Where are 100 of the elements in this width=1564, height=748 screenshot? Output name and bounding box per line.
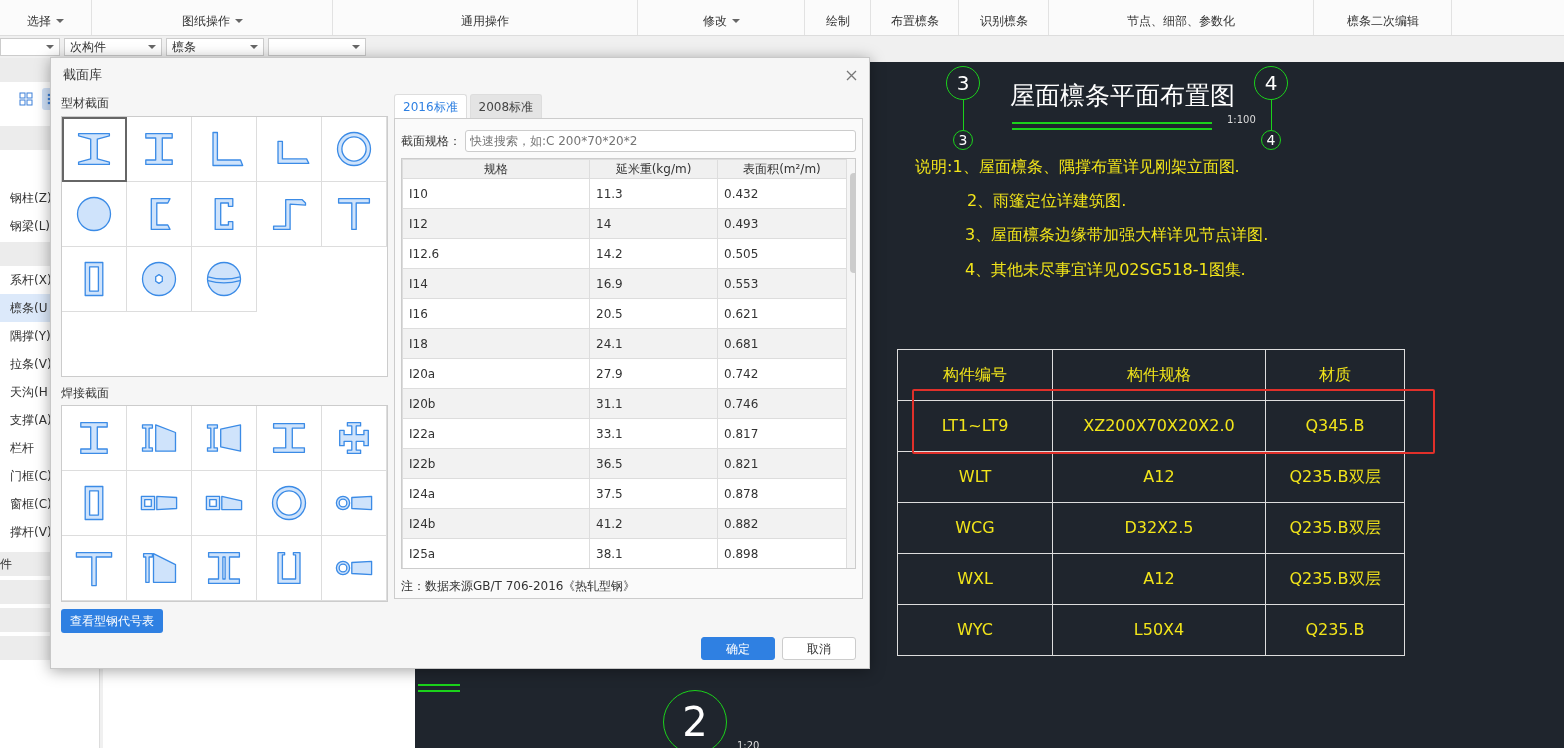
ribbon-group-label[interactable]: 节点、细部、参数化 (1127, 12, 1235, 30)
table-cell: 31.1 (589, 388, 718, 419)
section-option[interactable] (322, 536, 387, 601)
section-option[interactable] (322, 182, 387, 247)
ribbon-group-label[interactable]: 布置檩条 (890, 12, 939, 30)
table-cell: I24a (402, 478, 590, 509)
table-cell: LT1~LT9 (897, 400, 1053, 452)
table-cell: 20.5 (589, 298, 718, 329)
section-option[interactable] (62, 406, 127, 471)
table-cell: I18 (402, 328, 590, 359)
table-cell: 14 (589, 208, 718, 239)
caret-icon (352, 45, 360, 49)
table-cell: 27.9 (589, 358, 718, 389)
cancel-button[interactable]: 取消 (782, 637, 856, 660)
drawing-note: 2、雨篷定位详建筑图. (967, 190, 1127, 212)
section-option[interactable] (322, 471, 387, 536)
section-heading: 焊接截面 (61, 385, 110, 402)
section-option[interactable] (127, 406, 192, 471)
drawing-note: 4、其他未尽事宜详见02SG518-1图集. (965, 259, 1246, 281)
section-option[interactable] (62, 247, 127, 312)
search-field[interactable]: 快速搜索，如:C 200*70*20*2 (465, 130, 856, 152)
section-option[interactable] (192, 471, 257, 536)
drawing-title: 屋面檩条平面布置图 (1010, 80, 1235, 112)
section-option[interactable] (192, 247, 257, 312)
section-option[interactable] (127, 536, 192, 601)
table-cell: 33.1 (589, 418, 718, 449)
ribbon-group-label[interactable]: 檩条二次编辑 (1346, 12, 1419, 30)
drawing-note: 说明:1、屋面檩条、隅撑布置详见刚架立面图. (915, 156, 1240, 178)
table-cell: L50X4 (1052, 604, 1266, 656)
table-header: 材质 (1265, 349, 1405, 401)
table-cell: I10 (402, 178, 590, 209)
caret-icon (148, 45, 156, 49)
table-cell: 11.3 (589, 178, 718, 209)
table-cell: 0.621 (717, 298, 847, 329)
table-cell: I12 (402, 208, 590, 239)
table-cell: I22a (402, 418, 590, 449)
table-cell: I12.6 (402, 238, 590, 269)
table-cell: 0.746 (717, 388, 847, 419)
table-cell: I14 (402, 268, 590, 299)
table-cell: Q345.B (1265, 400, 1405, 452)
section-option[interactable] (192, 406, 257, 471)
table-cell: 0.817 (717, 418, 847, 449)
table-cell: WXL (897, 553, 1053, 605)
table-cell: I22b (402, 448, 590, 479)
ribbon-group-label[interactable]: 图纸操作 (181, 12, 243, 30)
section-heading: 型材截面 (61, 95, 110, 112)
section-option[interactable] (257, 471, 322, 536)
section-option[interactable] (322, 117, 387, 182)
table-cell: 0.882 (717, 508, 847, 539)
filter-dropdown[interactable]: 檩条 (166, 38, 264, 56)
table-cell: 0.742 (717, 358, 847, 389)
filter-dropdown[interactable]: 次构件 (64, 38, 162, 56)
section-option[interactable] (127, 182, 192, 247)
section-option[interactable] (62, 182, 127, 247)
section-option[interactable] (62, 536, 127, 601)
table-cell: 0.821 (717, 448, 847, 479)
dialog-title: 截面库 (63, 66, 102, 85)
column-header: 表面积(m²/m) (717, 159, 847, 179)
ribbon-group-label[interactable]: 通用操作 (461, 12, 509, 30)
table-cell: 0.493 (717, 208, 847, 239)
section-option[interactable] (127, 471, 192, 536)
table-cell: A12 (1052, 451, 1266, 503)
filter-dropdown[interactable] (0, 38, 60, 56)
section-option[interactable] (127, 247, 192, 312)
filter-dropdown[interactable] (268, 38, 366, 56)
table-cell: 16.9 (589, 268, 718, 299)
table-cell: 0.505 (717, 238, 847, 269)
close-icon[interactable] (846, 69, 857, 81)
section-option[interactable] (257, 182, 322, 247)
ribbon-group-label[interactable]: 识别檩条 (979, 12, 1028, 30)
table-cell: WCG (897, 502, 1053, 554)
section-option[interactable] (192, 182, 257, 247)
section-option[interactable] (192, 536, 257, 601)
caret-icon (731, 19, 740, 23)
table-header: 构件编号 (897, 349, 1053, 401)
column-header: 延米重(kg/m) (589, 159, 718, 179)
standard-tab[interactable]: 2016标准 (394, 94, 467, 118)
confirm-button[interactable]: 确定 (701, 637, 775, 660)
ribbon-group-label[interactable]: 选择 (27, 12, 64, 30)
search-label: 截面规格： (401, 133, 462, 150)
table-cell: I25a (402, 538, 590, 568)
section-option[interactable] (322, 406, 387, 471)
section-option[interactable] (62, 117, 127, 182)
section-option[interactable] (257, 406, 322, 471)
table-cell: 41.2 (589, 508, 718, 539)
table-cell: 0.878 (717, 478, 847, 509)
ribbon-group-label[interactable]: 修改 (702, 12, 740, 30)
ribbon-group-label[interactable]: 绘制 (825, 12, 850, 30)
table-cell: 0.432 (717, 178, 847, 209)
table-cell: 14.2 (589, 238, 718, 269)
table-cell: Q235.B (1265, 604, 1405, 656)
table-cell: I16 (402, 298, 590, 329)
table-cell: Q235.B双层 (1265, 502, 1405, 554)
section-option[interactable] (257, 117, 322, 182)
section-option[interactable] (192, 117, 257, 182)
section-option[interactable] (257, 536, 322, 601)
standard-tab[interactable]: 2008标准 (469, 94, 543, 118)
section-option[interactable] (127, 117, 192, 182)
section-option[interactable] (62, 471, 127, 536)
code-table-button[interactable]: 查看型钢代号表 (61, 609, 163, 633)
